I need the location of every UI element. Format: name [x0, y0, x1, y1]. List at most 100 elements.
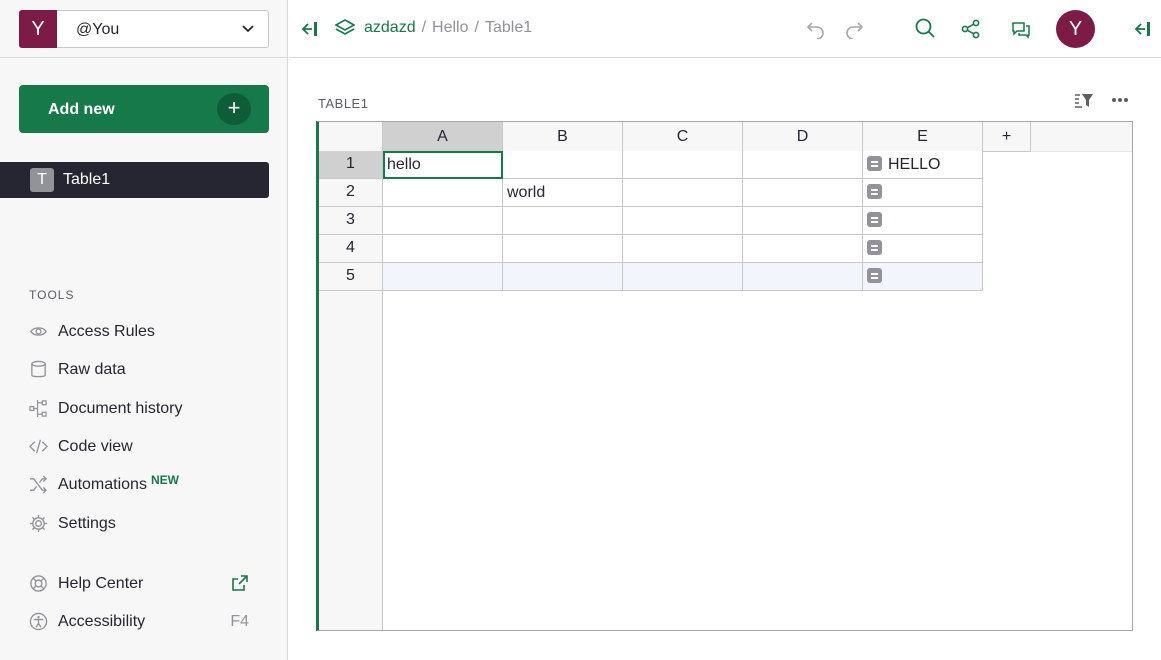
row-header[interactable]: 3	[319, 207, 383, 235]
gear-icon	[29, 514, 48, 533]
accessibility-icon	[29, 612, 48, 631]
grid-cell[interactable]	[383, 179, 503, 207]
grid-cell[interactable]: world	[503, 179, 623, 207]
tool-raw-data[interactable]: Raw data	[29, 358, 259, 382]
grid-cell[interactable]	[503, 207, 623, 235]
section-title: TABLE1	[318, 96, 369, 111]
grid-cell[interactable]	[863, 263, 983, 291]
tools-section-title: TOOLS	[29, 288, 75, 302]
grid-cell[interactable]	[863, 207, 983, 235]
active-cell[interactable]: hello	[383, 151, 503, 179]
breadcrumb-page[interactable]: Table1	[485, 19, 532, 36]
column-header[interactable]: E	[863, 122, 983, 152]
grid-cell[interactable]	[743, 235, 863, 263]
breadcrumb: azdazd / Hello / Table1	[364, 19, 532, 37]
page-item-label: Table1	[63, 171, 111, 188]
org-name: @You	[76, 21, 120, 38]
grid-cell[interactable]	[743, 207, 863, 235]
accessibility-link[interactable]: Accessibility F4	[29, 610, 259, 634]
formula-column-icon	[867, 268, 882, 283]
org-avatar[interactable]: Y	[19, 10, 57, 48]
column-header[interactable]: A	[383, 122, 503, 152]
add-column-button[interactable]: +	[983, 122, 1031, 152]
grid-cell[interactable]	[383, 263, 503, 291]
tool-label: Settings	[58, 515, 116, 532]
new-badge: NEW	[150, 473, 179, 487]
grid-cell[interactable]	[623, 263, 743, 291]
grid-cell[interactable]	[503, 263, 623, 291]
collapse-right-panel-icon[interactable]	[1132, 19, 1152, 39]
left-panel: Y @You Add new + T Table1 TOOLS Access R…	[0, 0, 288, 660]
tool-automations[interactable]: Automations NEW	[29, 473, 259, 497]
grid-cell[interactable]	[743, 151, 863, 179]
cell-value: HELLO	[888, 156, 941, 173]
row-header[interactable]: 2	[319, 179, 383, 207]
grid-cell[interactable]	[383, 235, 503, 263]
layers-icon	[335, 19, 355, 35]
header-filler	[1031, 122, 1132, 152]
help-center-link[interactable]: Help Center	[29, 572, 259, 596]
tool-label: Code view	[58, 438, 133, 455]
org-select[interactable]: @You	[57, 10, 269, 48]
breadcrumb-separator: /	[421, 19, 427, 36]
row-header[interactable]: 1	[319, 151, 383, 179]
formula-column-icon	[867, 184, 882, 199]
user-avatar[interactable]: Y	[1056, 10, 1095, 48]
main-content: TABLE1 A B C D E +1 hello HELLO 2 world 3 4 5	[289, 59, 1161, 660]
tool-document-history[interactable]: Document history	[29, 397, 259, 421]
tool-access-rules[interactable]: Access Rules	[29, 320, 259, 344]
chevron-down-icon	[242, 25, 254, 33]
tool-code-view[interactable]: Code view	[29, 435, 259, 459]
history-icon	[29, 399, 47, 418]
grid-cell[interactable]	[503, 151, 623, 179]
column-header[interactable]: C	[623, 122, 743, 152]
column-header[interactable]: D	[743, 122, 863, 152]
help-center-label: Help Center	[58, 575, 144, 592]
column-header[interactable]: B	[503, 122, 623, 152]
breadcrumb-doc[interactable]: Hello	[432, 19, 468, 36]
undo-icon[interactable]	[806, 19, 826, 39]
plus-icon: +	[217, 93, 251, 125]
tool-label: Document history	[58, 400, 183, 417]
grid-cell[interactable]	[743, 263, 863, 291]
collapse-left-panel-icon[interactable]	[299, 19, 319, 39]
more-options-icon[interactable]	[1111, 97, 1129, 103]
accessibility-shortcut: F4	[230, 613, 249, 630]
row-header[interactable]: 4	[319, 235, 383, 263]
grid-cell[interactable]	[623, 235, 743, 263]
breadcrumb-separator: /	[474, 19, 479, 36]
shuffle-icon	[29, 475, 48, 494]
redo-icon[interactable]	[844, 19, 864, 39]
grid-cell[interactable]	[743, 179, 863, 207]
code-icon	[29, 439, 48, 454]
sort-filter-icon[interactable]	[1074, 92, 1094, 110]
grid-cell[interactable]	[383, 207, 503, 235]
breadcrumb-workspace[interactable]: azdazd	[364, 19, 416, 36]
formula-column-icon	[867, 212, 882, 227]
tool-label: Automations NEW	[58, 473, 179, 494]
eye-icon	[30, 327, 47, 336]
grid-cell[interactable]	[863, 235, 983, 263]
grid-cell[interactable]: HELLO	[863, 151, 983, 179]
grid-cell[interactable]	[503, 235, 623, 263]
database-icon	[31, 360, 46, 378]
external-link-icon	[232, 575, 248, 591]
row-header[interactable]: 5	[319, 263, 383, 291]
tool-settings[interactable]: Settings	[29, 512, 259, 536]
grid-corner[interactable]	[319, 122, 383, 152]
tool-label: Raw data	[58, 361, 126, 378]
add-new-button[interactable]: Add new +	[19, 85, 269, 133]
grid-cell[interactable]	[863, 179, 983, 207]
page-item-table1[interactable]: T Table1	[0, 162, 269, 198]
add-new-label: Add new	[48, 101, 115, 118]
share-icon[interactable]	[961, 19, 981, 39]
grid-cell[interactable]	[623, 207, 743, 235]
accessibility-label: Accessibility	[58, 613, 146, 630]
search-icon[interactable]	[915, 18, 935, 38]
page-initial-icon: T	[30, 168, 54, 192]
grid-cell[interactable]	[623, 179, 743, 207]
grid-cell[interactable]	[623, 151, 743, 179]
tool-label: Access Rules	[58, 323, 155, 340]
comments-icon[interactable]	[1011, 20, 1031, 40]
formula-column-icon	[867, 156, 882, 171]
